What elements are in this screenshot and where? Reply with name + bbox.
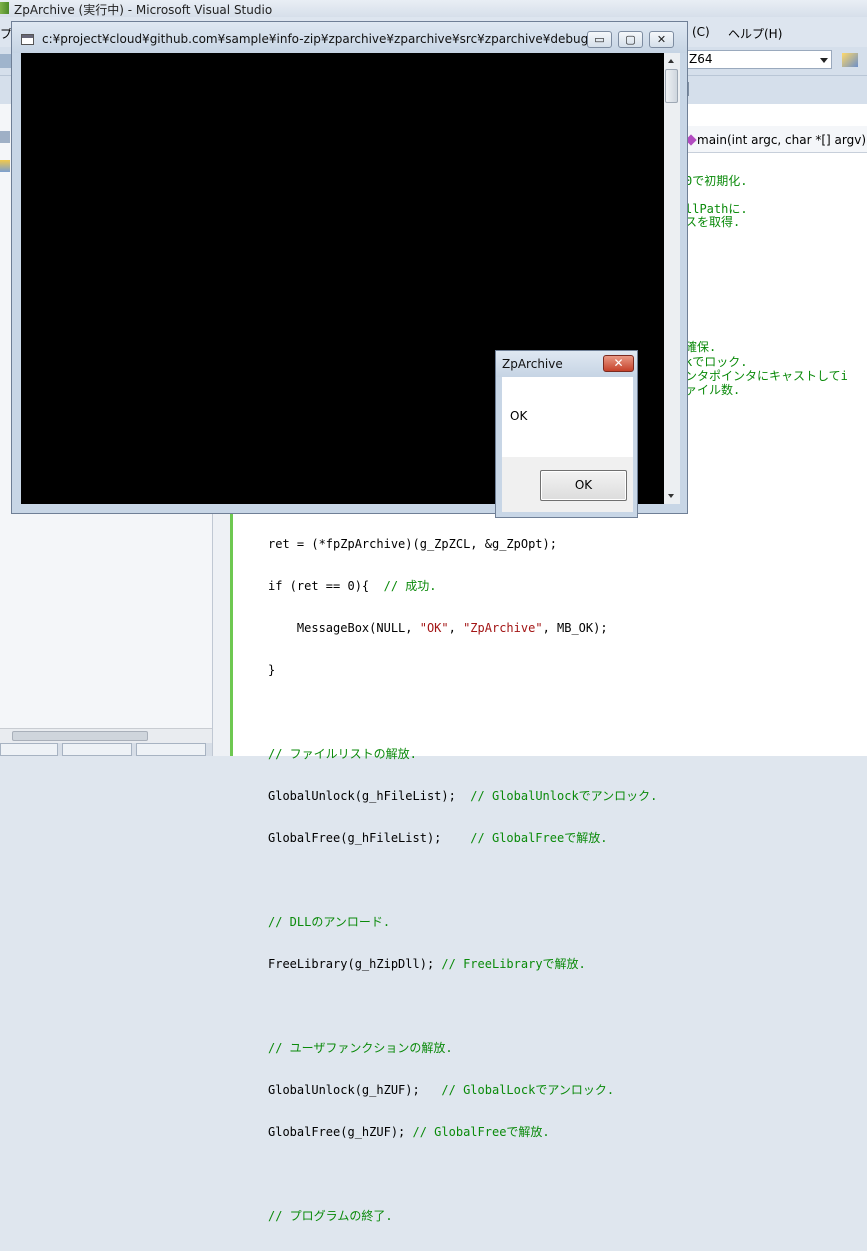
code-line: // ユーザファンクションの解放. [268,1041,453,1055]
code-line: // ファイルリストの解放. [268,747,417,761]
code-comment-fragment: 0で初期化. [685,174,748,188]
code-line: ret = (*fpZpArchive)(g_ZpZCL, &g_ZpOpt); [268,537,557,551]
code-line: // プログラムの終了. [268,1209,393,1223]
code-comment-fragment: ンタポインタにキャストしてi [685,369,848,383]
message-box-close-button[interactable]: ✕ [603,355,634,372]
menu-item-help[interactable]: ヘルプ(H) [728,25,782,42]
code-line: GlobalUnlock(g_hZUF); // GlobalLockでアンロッ… [268,1083,615,1097]
ok-button[interactable]: OK [540,470,627,501]
panel-tab[interactable] [62,743,132,756]
panel-icon[interactable] [0,160,10,172]
code-line: // DLLのアンロード. [268,915,391,929]
code-comment-fragment: スを取得. [685,215,741,229]
code-line: MessageBox(NULL, "OK", "ZpArchive", MB_O… [268,621,608,635]
panel-icon[interactable] [0,131,10,143]
code-comment-fragment: llPathに. [685,202,748,216]
console-vertical-scrollbar[interactable] [664,53,680,504]
code-comment-fragment: 確保. [685,340,717,354]
code-comment-fragment: ァイル数. [685,383,741,397]
scrollbar-thumb[interactable] [665,69,678,103]
member-combo-value: main(int argc, char *[] argv) [697,133,867,147]
code-line: FreeLibrary(g_hZipDll); // FreeLibraryで解… [268,957,586,971]
close-button[interactable]: ✕ [649,31,674,48]
code-comment-fragment: kでロック. [685,355,748,369]
minimize-button[interactable]: ▭ [587,31,612,48]
scroll-down-arrow-icon[interactable] [668,494,674,498]
horizontal-scrollbar[interactable] [0,728,212,743]
message-box-title-bar[interactable]: ZpArchive ✕ [496,351,637,377]
solution-platform-value: Z64 [689,52,713,66]
message-box-title: ZpArchive [502,357,563,371]
solution-platform-combo[interactable]: Z64 [686,50,832,69]
find-in-files-icon[interactable] [842,53,858,67]
menu-item-tools-fragment[interactable]: (C) [692,25,710,39]
code-line: GlobalFree(g_hZUF); // GlobalFreeで解放. [268,1125,550,1139]
vs-window-title: ZpArchive (実行中) - Microsoft Visual Studi… [14,3,273,17]
code-line: if (ret == 0){ // 成功. [268,579,437,593]
code-listing: ret = (*fpZpArchive)(g_ZpZCL, &g_ZpOpt);… [268,509,657,1251]
member-combo[interactable]: main(int argc, char *[] argv) [685,133,867,147]
console-window-icon [21,34,34,45]
code-line: } [268,663,276,677]
panel-tab[interactable] [0,743,58,756]
scrollbar-thumb[interactable] [12,731,148,741]
panel-tab[interactable] [136,743,206,756]
console-title-bar[interactable]: c:¥project¥cloud¥github.com¥sample¥info-… [12,22,687,53]
panel-tabs [0,743,212,756]
console-window-title: c:¥project¥cloud¥github.com¥sample¥info-… [42,32,587,46]
vs-app-icon [0,2,9,14]
chevron-down-icon[interactable] [820,58,828,63]
message-box-dialog: ZpArchive ✕ OK OK [495,350,638,518]
scroll-up-arrow-icon[interactable] [668,59,674,63]
maximize-button[interactable]: ▢ [618,31,643,48]
message-box-body: OK [502,377,633,457]
message-text: OK [510,409,528,423]
message-box-footer: OK [502,457,633,512]
code-line: GlobalUnlock(g_hFileList); // GlobalUnlo… [268,789,658,803]
vs-title-bar: ZpArchive (実行中) - Microsoft Visual Studi… [0,0,867,17]
code-line: GlobalFree(g_hFileList); // GlobalFreeで解… [268,831,608,845]
